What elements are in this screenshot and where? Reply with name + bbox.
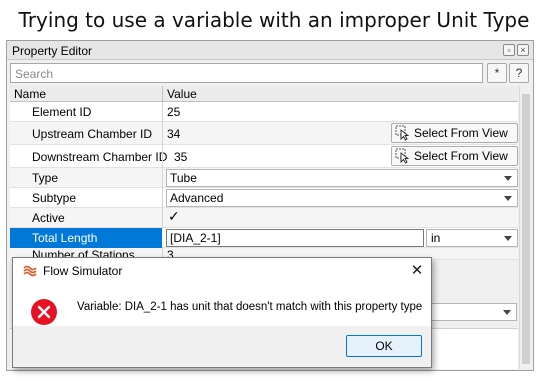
property-rows: Element ID 25 Upstream Chamber ID 34 Sel…	[10, 102, 518, 260]
search-clear-button[interactable]: *	[487, 63, 507, 83]
table-header: Name Value	[10, 86, 518, 102]
total-length-value: [DIA_2-1]	[170, 231, 221, 245]
chevron-down-icon	[504, 236, 512, 241]
table-row[interactable]: Upstream Chamber ID 34 Select From View	[10, 122, 518, 145]
error-icon	[31, 299, 57, 325]
panel-title-bar: Property Editor ▫ ×	[7, 41, 533, 60]
property-value: 35	[174, 150, 188, 164]
chevron-down-icon	[504, 176, 512, 181]
property-name: Type	[32, 171, 59, 185]
ok-button[interactable]: OK	[346, 335, 422, 357]
chevron-down-icon	[503, 310, 511, 315]
panel-title: Property Editor	[12, 44, 93, 58]
unit-dropdown[interactable]: in	[426, 229, 518, 247]
property-name: Subtype	[32, 191, 77, 205]
chevron-down-icon	[504, 196, 512, 201]
property-value: 25	[167, 105, 181, 119]
select-from-view-button[interactable]: Select From View	[391, 123, 518, 143]
close-icon[interactable]: ×	[517, 44, 529, 56]
help-button[interactable]: ?	[509, 63, 529, 83]
app-icon	[23, 265, 37, 277]
search-input[interactable]: Search	[10, 63, 483, 83]
scrollbar-thumb[interactable]	[522, 94, 530, 364]
dialog-footer: OK	[13, 326, 431, 367]
property-name: Element ID	[32, 105, 92, 119]
type-value: Tube	[170, 171, 197, 185]
subtype-dropdown[interactable]: Advanced	[166, 189, 518, 207]
select-from-view-label: Select From View	[414, 126, 508, 140]
property-name: Downstream Chamber ID	[32, 150, 168, 164]
table-row[interactable]: Downstream Chamber ID 35 Select From Vie…	[10, 145, 518, 168]
active-checkbox[interactable]: ✓	[168, 209, 180, 225]
caption: Trying to use a variable with an imprope…	[18, 8, 530, 32]
column-header-name[interactable]: Name	[14, 87, 46, 101]
property-value: 34	[167, 127, 181, 141]
select-from-view-button[interactable]: Select From View	[391, 146, 518, 166]
table-row[interactable]: Active ✓	[10, 208, 518, 228]
dialog-title-bar: Flow Simulator ✕	[13, 258, 431, 284]
hidden-dropdown[interactable]	[417, 303, 517, 321]
column-header-value[interactable]: Value	[167, 87, 197, 101]
table-row[interactable]: Element ID 25	[10, 102, 518, 122]
search-placeholder: Search	[15, 67, 54, 81]
select-from-view-label: Select From View	[414, 149, 508, 163]
property-name: Total Length	[32, 231, 98, 245]
dialog-title: Flow Simulator	[43, 264, 123, 278]
close-icon[interactable]: ✕	[409, 262, 425, 278]
restore-icon[interactable]: ▫	[503, 44, 515, 56]
vertical-scrollbar[interactable]	[519, 86, 532, 369]
dialog-message: Variable: DIA_2-1 has unit that doesn't …	[77, 301, 423, 313]
table-row[interactable]: Total Length [DIA_2-1] in	[10, 228, 518, 248]
subtype-value: Advanced	[170, 191, 224, 205]
table-row[interactable]: Subtype Advanced	[10, 188, 518, 208]
property-name: Active	[32, 211, 65, 225]
total-length-input[interactable]: [DIA_2-1]	[166, 229, 424, 247]
error-dialog: Flow Simulator ✕ Variable: DIA_2-1 has u…	[12, 257, 432, 368]
type-dropdown[interactable]: Tube	[166, 169, 518, 187]
cursor-select-icon	[395, 148, 410, 164]
unit-value: in	[431, 231, 441, 245]
property-name: Upstream Chamber ID	[32, 127, 153, 141]
cursor-select-icon	[395, 125, 410, 141]
table-row[interactable]: Type Tube	[10, 168, 518, 188]
